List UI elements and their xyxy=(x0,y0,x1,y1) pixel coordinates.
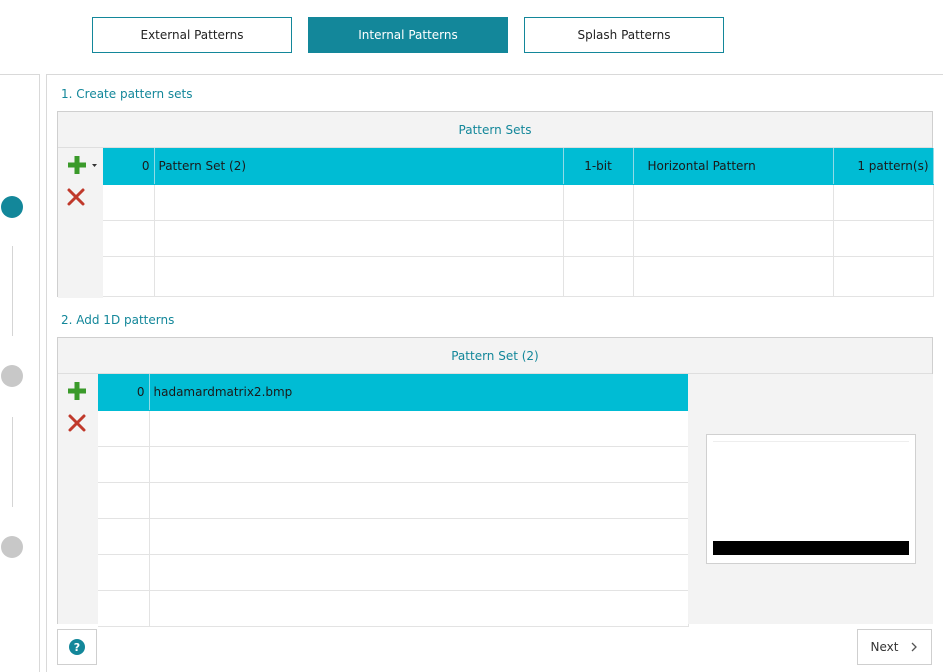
table-row[interactable] xyxy=(98,410,689,447)
pattern-preview-bar xyxy=(713,541,909,555)
pattern-direction: Horizontal Pattern xyxy=(633,148,834,185)
table-row[interactable] xyxy=(98,590,689,627)
svg-text:?: ? xyxy=(74,641,80,654)
table-row[interactable]: 0 Pattern Set (2) 1-bit Horizontal Patte… xyxy=(103,148,934,185)
pattern-preview-area xyxy=(688,374,933,624)
step-connector xyxy=(12,246,13,336)
pattern-preview xyxy=(706,434,916,564)
pattern-sets-table: 0 Pattern Set (2) 1-bit Horizontal Patte… xyxy=(103,148,934,297)
step-indicator-3[interactable] xyxy=(1,536,23,558)
delete-pattern-set-button[interactable] xyxy=(64,186,88,208)
pattern-set-name: Pattern Set (2) xyxy=(154,148,564,185)
tab-splash-patterns[interactable]: Splash Patterns xyxy=(524,17,724,53)
table-row[interactable] xyxy=(98,518,689,555)
tab-external-patterns[interactable]: External Patterns xyxy=(92,17,292,53)
step-indicator-2[interactable] xyxy=(1,365,23,387)
step-rail xyxy=(0,74,40,672)
add-pattern-set-button[interactable] xyxy=(64,154,98,176)
step-indicator-1[interactable] xyxy=(1,196,23,218)
pattern-file-name: hadamardmatrix2.bmp xyxy=(149,374,689,411)
plus-icon xyxy=(68,156,97,174)
help-icon: ? xyxy=(69,639,85,655)
step-connector xyxy=(12,417,13,507)
help-button[interactable]: ? xyxy=(57,629,97,665)
pattern-count: 1 pattern(s) xyxy=(833,148,934,185)
next-button[interactable]: Next xyxy=(857,629,932,665)
row-index: 0 xyxy=(98,374,150,411)
patterns-header: Pattern Set (2) xyxy=(58,338,932,374)
pattern-sets-header: Pattern Sets xyxy=(58,112,932,148)
chevron-right-icon xyxy=(912,642,918,652)
table-row[interactable] xyxy=(98,554,689,591)
delete-pattern-button[interactable] xyxy=(64,412,90,434)
table-row[interactable] xyxy=(98,446,689,483)
patterns-table: 0 hadamardmatrix2.bmp xyxy=(98,374,689,627)
delete-x-icon xyxy=(67,188,85,206)
chevron-down-icon xyxy=(92,164,97,167)
bit-depth: 1-bit xyxy=(563,148,634,185)
pattern-preview-image xyxy=(713,441,909,555)
patterns-toolbar xyxy=(58,374,98,624)
table-row[interactable] xyxy=(103,184,934,221)
table-row[interactable] xyxy=(98,482,689,519)
tab-internal-patterns[interactable]: Internal Patterns xyxy=(308,17,508,53)
add-pattern-button[interactable] xyxy=(64,380,90,402)
delete-x-icon xyxy=(68,414,86,432)
pattern-sets-panel: Pattern Sets 0 Pattern Set (2) 1-bit Hor… xyxy=(57,111,934,298)
table-row[interactable]: 0 hadamardmatrix2.bmp xyxy=(98,374,689,411)
table-row[interactable] xyxy=(103,256,934,297)
section-title-add-patterns: 2. Add 1D patterns xyxy=(61,313,175,327)
patterns-panel: Pattern Set (2) 0 hadamardmatrix2.bmp xyxy=(57,337,933,627)
table-row[interactable] xyxy=(103,220,934,257)
plus-icon xyxy=(68,382,86,400)
row-index: 0 xyxy=(103,148,155,185)
next-label: Next xyxy=(870,640,899,654)
section-title-create-sets: 1. Create pattern sets xyxy=(61,87,193,101)
pattern-sets-toolbar xyxy=(58,148,103,298)
